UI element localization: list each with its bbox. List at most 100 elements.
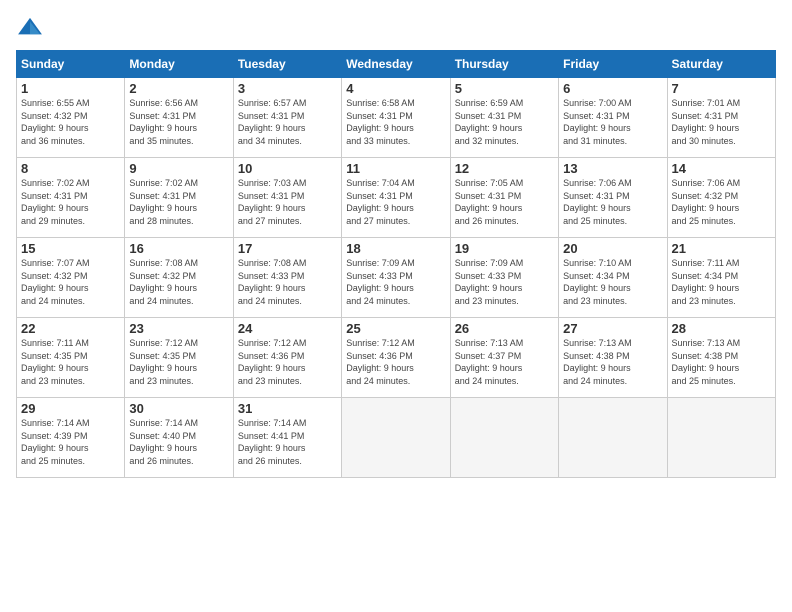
day-cell: 17Sunrise: 7:08 AM Sunset: 4:33 PM Dayli… <box>233 238 341 318</box>
week-row-2: 8Sunrise: 7:02 AM Sunset: 4:31 PM Daylig… <box>17 158 776 238</box>
day-info: Sunrise: 7:06 AM Sunset: 4:31 PM Dayligh… <box>563 177 662 227</box>
day-cell: 28Sunrise: 7:13 AM Sunset: 4:38 PM Dayli… <box>667 318 775 398</box>
day-number: 9 <box>129 161 228 176</box>
weekday-header-saturday: Saturday <box>667 51 775 78</box>
day-number: 24 <box>238 321 337 336</box>
day-cell: 31Sunrise: 7:14 AM Sunset: 4:41 PM Dayli… <box>233 398 341 478</box>
day-number: 26 <box>455 321 554 336</box>
day-info: Sunrise: 6:57 AM Sunset: 4:31 PM Dayligh… <box>238 97 337 147</box>
weekday-header-tuesday: Tuesday <box>233 51 341 78</box>
day-number: 15 <box>21 241 120 256</box>
day-number: 23 <box>129 321 228 336</box>
day-cell: 14Sunrise: 7:06 AM Sunset: 4:32 PM Dayli… <box>667 158 775 238</box>
day-info: Sunrise: 7:12 AM Sunset: 4:35 PM Dayligh… <box>129 337 228 387</box>
day-number: 4 <box>346 81 445 96</box>
day-cell: 2Sunrise: 6:56 AM Sunset: 4:31 PM Daylig… <box>125 78 233 158</box>
day-cell: 13Sunrise: 7:06 AM Sunset: 4:31 PM Dayli… <box>559 158 667 238</box>
day-info: Sunrise: 6:59 AM Sunset: 4:31 PM Dayligh… <box>455 97 554 147</box>
day-info: Sunrise: 7:13 AM Sunset: 4:37 PM Dayligh… <box>455 337 554 387</box>
week-row-5: 29Sunrise: 7:14 AM Sunset: 4:39 PM Dayli… <box>17 398 776 478</box>
weekday-header-wednesday: Wednesday <box>342 51 450 78</box>
logo-icon <box>16 16 44 38</box>
weekday-header-monday: Monday <box>125 51 233 78</box>
day-cell: 29Sunrise: 7:14 AM Sunset: 4:39 PM Dayli… <box>17 398 125 478</box>
week-row-1: 1Sunrise: 6:55 AM Sunset: 4:32 PM Daylig… <box>17 78 776 158</box>
day-info: Sunrise: 7:02 AM Sunset: 4:31 PM Dayligh… <box>129 177 228 227</box>
day-number: 30 <box>129 401 228 416</box>
day-cell: 15Sunrise: 7:07 AM Sunset: 4:32 PM Dayli… <box>17 238 125 318</box>
weekday-header-thursday: Thursday <box>450 51 558 78</box>
day-info: Sunrise: 7:10 AM Sunset: 4:34 PM Dayligh… <box>563 257 662 307</box>
day-number: 14 <box>672 161 771 176</box>
day-number: 18 <box>346 241 445 256</box>
weekday-header-friday: Friday <box>559 51 667 78</box>
day-info: Sunrise: 7:08 AM Sunset: 4:33 PM Dayligh… <box>238 257 337 307</box>
day-cell: 22Sunrise: 7:11 AM Sunset: 4:35 PM Dayli… <box>17 318 125 398</box>
day-cell: 4Sunrise: 6:58 AM Sunset: 4:31 PM Daylig… <box>342 78 450 158</box>
day-info: Sunrise: 7:09 AM Sunset: 4:33 PM Dayligh… <box>346 257 445 307</box>
day-info: Sunrise: 7:12 AM Sunset: 4:36 PM Dayligh… <box>238 337 337 387</box>
day-number: 13 <box>563 161 662 176</box>
day-info: Sunrise: 7:09 AM Sunset: 4:33 PM Dayligh… <box>455 257 554 307</box>
day-info: Sunrise: 7:05 AM Sunset: 4:31 PM Dayligh… <box>455 177 554 227</box>
day-number: 6 <box>563 81 662 96</box>
day-cell: 20Sunrise: 7:10 AM Sunset: 4:34 PM Dayli… <box>559 238 667 318</box>
day-cell: 10Sunrise: 7:03 AM Sunset: 4:31 PM Dayli… <box>233 158 341 238</box>
day-info: Sunrise: 7:14 AM Sunset: 4:41 PM Dayligh… <box>238 417 337 467</box>
day-number: 31 <box>238 401 337 416</box>
day-cell: 18Sunrise: 7:09 AM Sunset: 4:33 PM Dayli… <box>342 238 450 318</box>
day-number: 29 <box>21 401 120 416</box>
day-cell: 11Sunrise: 7:04 AM Sunset: 4:31 PM Dayli… <box>342 158 450 238</box>
day-number: 21 <box>672 241 771 256</box>
day-info: Sunrise: 7:07 AM Sunset: 4:32 PM Dayligh… <box>21 257 120 307</box>
day-number: 20 <box>563 241 662 256</box>
day-cell: 30Sunrise: 7:14 AM Sunset: 4:40 PM Dayli… <box>125 398 233 478</box>
day-number: 27 <box>563 321 662 336</box>
day-info: Sunrise: 7:11 AM Sunset: 4:35 PM Dayligh… <box>21 337 120 387</box>
week-row-3: 15Sunrise: 7:07 AM Sunset: 4:32 PM Dayli… <box>17 238 776 318</box>
day-info: Sunrise: 7:08 AM Sunset: 4:32 PM Dayligh… <box>129 257 228 307</box>
day-cell: 7Sunrise: 7:01 AM Sunset: 4:31 PM Daylig… <box>667 78 775 158</box>
day-cell <box>559 398 667 478</box>
day-info: Sunrise: 7:04 AM Sunset: 4:31 PM Dayligh… <box>346 177 445 227</box>
day-cell: 19Sunrise: 7:09 AM Sunset: 4:33 PM Dayli… <box>450 238 558 318</box>
day-number: 2 <box>129 81 228 96</box>
day-cell <box>667 398 775 478</box>
day-cell: 24Sunrise: 7:12 AM Sunset: 4:36 PM Dayli… <box>233 318 341 398</box>
day-number: 25 <box>346 321 445 336</box>
logo <box>16 16 48 38</box>
calendar-table: SundayMondayTuesdayWednesdayThursdayFrid… <box>16 50 776 478</box>
day-info: Sunrise: 7:12 AM Sunset: 4:36 PM Dayligh… <box>346 337 445 387</box>
day-info: Sunrise: 7:13 AM Sunset: 4:38 PM Dayligh… <box>672 337 771 387</box>
day-cell: 23Sunrise: 7:12 AM Sunset: 4:35 PM Dayli… <box>125 318 233 398</box>
week-row-4: 22Sunrise: 7:11 AM Sunset: 4:35 PM Dayli… <box>17 318 776 398</box>
day-number: 28 <box>672 321 771 336</box>
day-info: Sunrise: 7:03 AM Sunset: 4:31 PM Dayligh… <box>238 177 337 227</box>
day-info: Sunrise: 6:55 AM Sunset: 4:32 PM Dayligh… <box>21 97 120 147</box>
day-cell: 8Sunrise: 7:02 AM Sunset: 4:31 PM Daylig… <box>17 158 125 238</box>
day-number: 17 <box>238 241 337 256</box>
day-info: Sunrise: 7:11 AM Sunset: 4:34 PM Dayligh… <box>672 257 771 307</box>
day-cell: 3Sunrise: 6:57 AM Sunset: 4:31 PM Daylig… <box>233 78 341 158</box>
day-info: Sunrise: 7:02 AM Sunset: 4:31 PM Dayligh… <box>21 177 120 227</box>
day-info: Sunrise: 7:06 AM Sunset: 4:32 PM Dayligh… <box>672 177 771 227</box>
day-cell: 27Sunrise: 7:13 AM Sunset: 4:38 PM Dayli… <box>559 318 667 398</box>
day-info: Sunrise: 7:00 AM Sunset: 4:31 PM Dayligh… <box>563 97 662 147</box>
day-info: Sunrise: 7:14 AM Sunset: 4:40 PM Dayligh… <box>129 417 228 467</box>
day-number: 19 <box>455 241 554 256</box>
day-number: 10 <box>238 161 337 176</box>
day-cell: 6Sunrise: 7:00 AM Sunset: 4:31 PM Daylig… <box>559 78 667 158</box>
day-cell: 26Sunrise: 7:13 AM Sunset: 4:37 PM Dayli… <box>450 318 558 398</box>
day-number: 22 <box>21 321 120 336</box>
header <box>16 16 776 38</box>
day-cell: 21Sunrise: 7:11 AM Sunset: 4:34 PM Dayli… <box>667 238 775 318</box>
day-number: 11 <box>346 161 445 176</box>
day-number: 7 <box>672 81 771 96</box>
day-cell: 25Sunrise: 7:12 AM Sunset: 4:36 PM Dayli… <box>342 318 450 398</box>
calendar-container: SundayMondayTuesdayWednesdayThursdayFrid… <box>0 0 792 488</box>
day-cell: 16Sunrise: 7:08 AM Sunset: 4:32 PM Dayli… <box>125 238 233 318</box>
day-info: Sunrise: 7:14 AM Sunset: 4:39 PM Dayligh… <box>21 417 120 467</box>
day-number: 12 <box>455 161 554 176</box>
day-cell <box>342 398 450 478</box>
day-number: 1 <box>21 81 120 96</box>
